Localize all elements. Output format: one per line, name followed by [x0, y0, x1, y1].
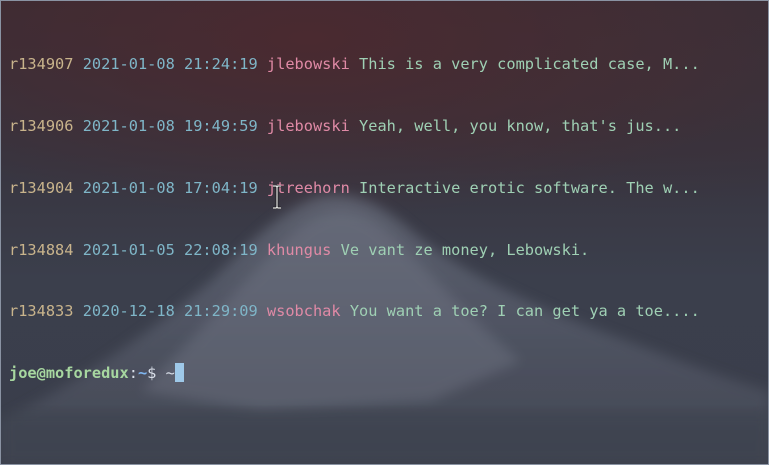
log-entry-row: r134833 2020-12-18 21:29:09 wsobchak You… — [9, 301, 760, 322]
revision-id: r134904 — [9, 178, 74, 197]
commit-date: 2020-12-18 — [82, 302, 175, 321]
revision-id: r134884 — [9, 240, 74, 259]
commit-author: khungus — [266, 240, 332, 259]
command-input[interactable]: ~ — [166, 364, 175, 382]
commit-time: 19:49:59 — [184, 116, 258, 135]
commit-message: You want a toe? I can get ya a toe.... — [349, 302, 700, 321]
commit-message: Interactive erotic software. The w... — [359, 178, 700, 197]
revision-id: r134906 — [9, 116, 74, 135]
commit-time: 21:29:09 — [184, 302, 258, 321]
prompt-user-host: joe@moforedux — [9, 364, 129, 383]
commit-author: wsobchak — [266, 302, 341, 321]
revision-id: r134907 — [9, 55, 74, 74]
terminal-output[interactable]: r134907 2021-01-08 21:24:19 jlebowski Th… — [9, 13, 760, 425]
commit-author: jlebowski — [266, 116, 350, 135]
commit-date: 2021-01-08 — [82, 55, 175, 74]
log-entry-row: r134906 2021-01-08 19:49:59 jlebowski Ye… — [9, 116, 760, 137]
terminal-window[interactable]: r134907 2021-01-08 21:24:19 jlebowski Th… — [0, 0, 769, 465]
prompt-colon: : — [128, 364, 138, 383]
prompt-path: ~ — [137, 364, 148, 383]
prompt-line[interactable]: joe@moforedux:~$ ~ — [9, 363, 760, 384]
commit-message: Ve vant ze money, Lebowski. — [340, 240, 590, 259]
revision-id: r134833 — [9, 302, 74, 321]
commit-date: 2021-01-08 — [82, 178, 175, 197]
commit-time: 21:24:19 — [184, 55, 258, 74]
commit-date: 2021-01-08 — [82, 116, 175, 135]
log-entry-row: r134907 2021-01-08 21:24:19 jlebowski Th… — [9, 54, 760, 75]
commit-author: jlebowski — [266, 55, 350, 74]
log-entry-row: r134904 2021-01-08 17:04:19 jtreehorn In… — [9, 178, 760, 199]
commit-date: 2021-01-05 — [82, 240, 175, 259]
log-entry-row: r134884 2021-01-05 22:08:19 khungus Ve v… — [9, 240, 760, 261]
commit-time: 17:04:19 — [184, 178, 258, 197]
commit-time: 22:08:19 — [184, 240, 258, 259]
commit-message: This is a very complicated case, M... — [359, 55, 700, 74]
prompt-symbol: $ — [147, 364, 157, 383]
commit-message: Yeah, well, you know, that's jus... — [359, 116, 682, 135]
text-cursor — [174, 363, 184, 383]
text-ibeam-cursor-icon — [273, 185, 281, 209]
